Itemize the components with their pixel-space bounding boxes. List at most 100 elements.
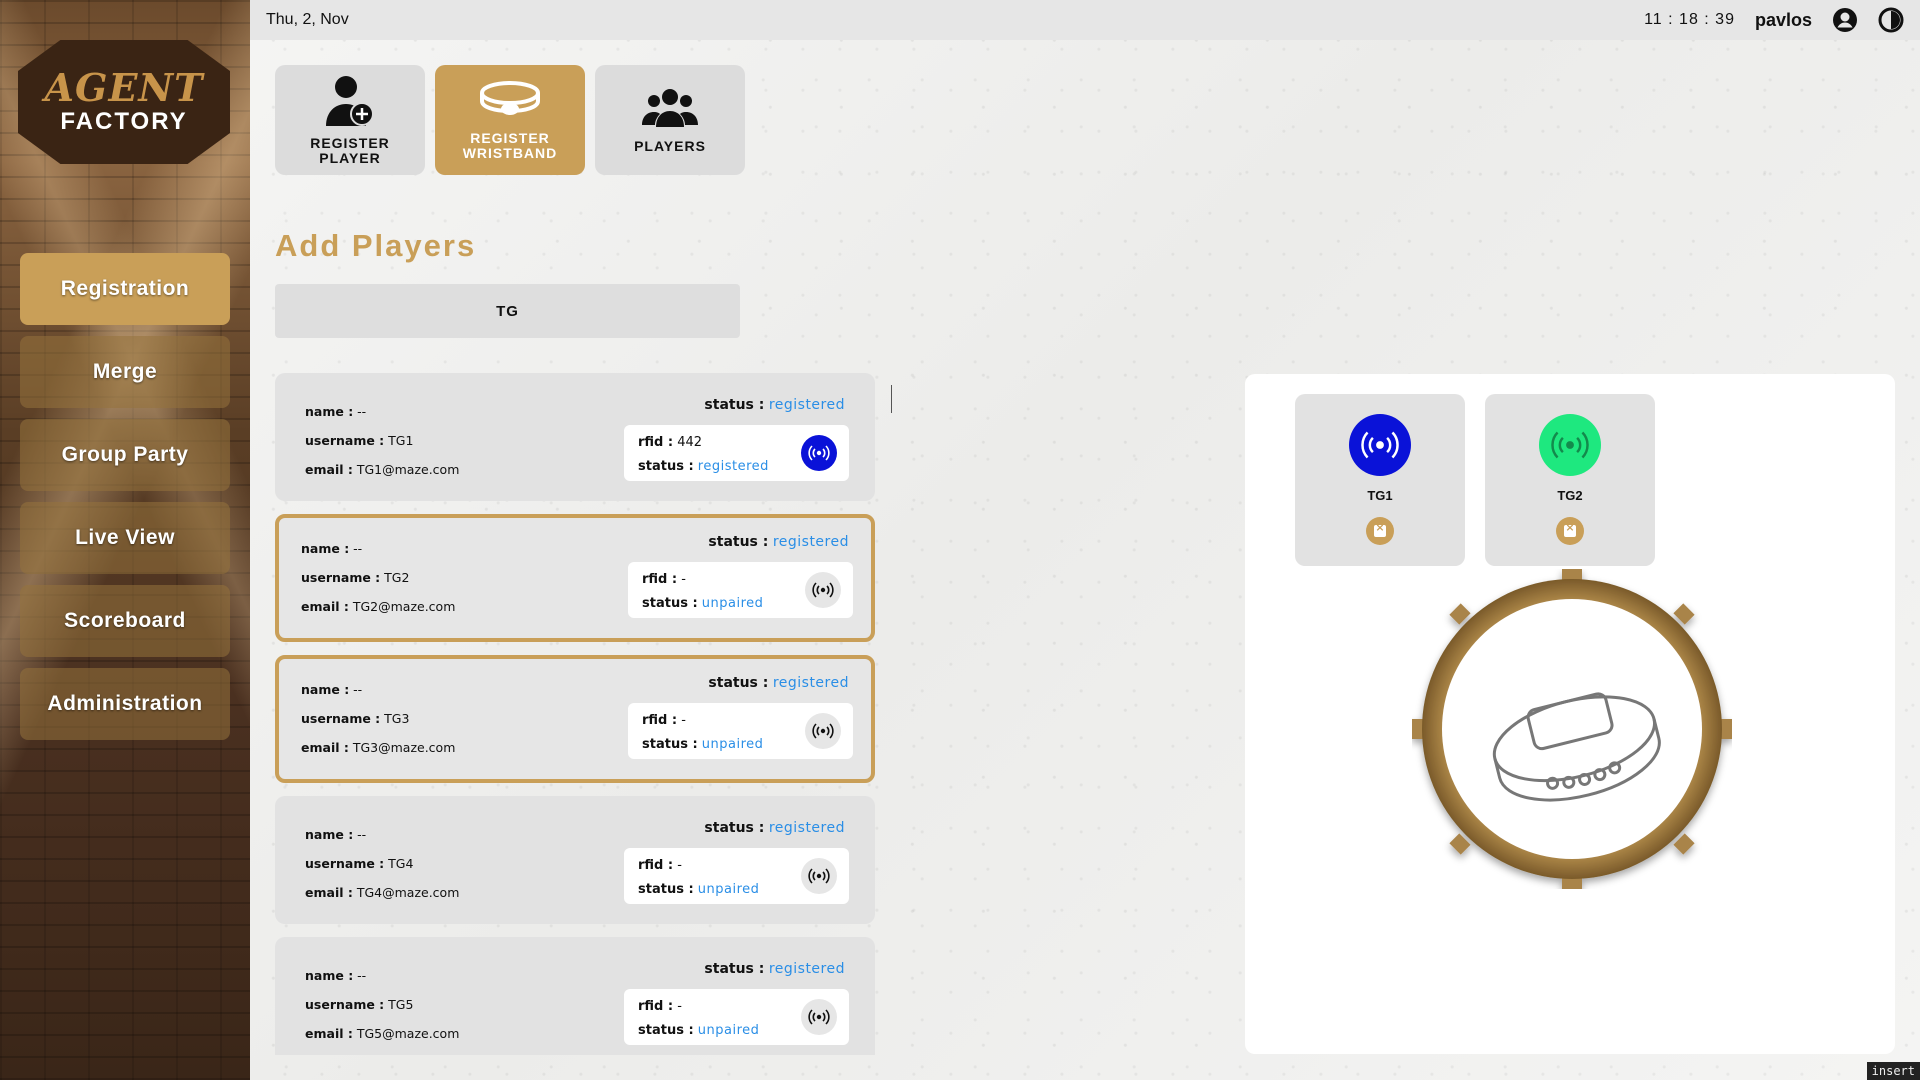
rfid-value: - (677, 999, 682, 1014)
player-status: registered (768, 961, 845, 977)
status-label: status : (704, 397, 765, 413)
status-label: status : (704, 820, 765, 836)
rfid-scan-button[interactable] (805, 713, 841, 749)
player-name: -- (353, 541, 363, 556)
wristband-tiles: TG1 TG2 (1295, 394, 1655, 566)
rfid-value: - (677, 858, 682, 873)
rfid-scan-button[interactable] (801, 999, 837, 1035)
rfid-status: unpaired (701, 596, 764, 611)
player-email: TG2@maze.com (352, 599, 456, 614)
sidebar-item-scoreboard[interactable]: Scoreboard (20, 585, 230, 657)
rfid-scan-button[interactable] (801, 858, 837, 894)
wristband-label: TG2 (1557, 488, 1583, 503)
player-status: registered (772, 675, 849, 691)
username-label: username : (305, 433, 385, 448)
group-selector[interactable]: TG (275, 284, 740, 338)
player-email: TG3@maze.com (352, 740, 456, 755)
players-button[interactable]: PLAYERS (595, 65, 745, 175)
theme-toggle-icon[interactable] (1878, 7, 1904, 33)
wristband-signal-button[interactable] (1539, 414, 1601, 476)
rfid-box: rfid : - status : unpaired (624, 989, 849, 1045)
name-label: name : (301, 682, 350, 697)
remove-icon (1374, 521, 1386, 537)
email-label: email : (305, 885, 353, 900)
username-label: username : (305, 856, 385, 871)
wristband-icon (480, 81, 540, 115)
wristband-tile-tg2[interactable]: TG2 (1485, 394, 1655, 566)
player-card[interactable]: name : -- username : TG5 email : TG5@maz… (275, 937, 875, 1055)
wristband-scanner-graphic (1412, 569, 1732, 889)
username-label: username : (301, 570, 381, 585)
registration-tiles: REGISTER PLAYER REGISTER WRISTBAND PLAYE… (275, 65, 745, 175)
agent-factory-logo[interactable]: AGENT FACTORY (18, 40, 230, 164)
register-player-button[interactable]: REGISTER PLAYER (275, 65, 425, 175)
wristband-label: TG1 (1367, 488, 1393, 503)
player-username: TG3 (384, 711, 410, 726)
remove-icon (1564, 521, 1576, 537)
rfid-status-label: status : (638, 459, 694, 474)
logo-bottom-text: FACTORY (60, 108, 188, 135)
player-name: -- (357, 827, 367, 842)
sidebar-item-administration[interactable]: Administration (20, 668, 230, 740)
player-username: TG1 (388, 433, 414, 448)
rfid-status-label: status : (642, 737, 698, 752)
rfid-box: rfid : - status : unpaired (624, 848, 849, 904)
email-label: email : (301, 599, 349, 614)
player-card[interactable]: name : -- username : TG2 email : TG2@maz… (275, 514, 875, 642)
wristband-signal-button[interactable] (1349, 414, 1411, 476)
rfid-value: - (681, 713, 686, 728)
remove-wristband-button[interactable] (1366, 517, 1394, 545)
player-name: -- (353, 682, 363, 697)
username-label: username : (305, 997, 385, 1012)
player-name: -- (357, 968, 367, 983)
page-title: Add Players (275, 228, 477, 263)
email-label: email : (305, 1026, 353, 1041)
player-status: registered (768, 820, 845, 836)
email-label: email : (305, 462, 353, 477)
rfid-value: 442 (677, 435, 703, 450)
rfid-status: unpaired (697, 882, 760, 897)
rfid-status-label: status : (638, 1023, 694, 1038)
players-label: PLAYERS (634, 137, 706, 154)
player-card[interactable]: name : -- username : TG1 email : TG1@maz… (275, 373, 875, 501)
sidebar-item-merge[interactable]: Merge (20, 336, 230, 408)
wristband-tile-tg1[interactable]: TG1 (1295, 394, 1465, 566)
remove-wristband-button[interactable] (1556, 517, 1584, 545)
player-email: TG5@maze.com (356, 1026, 460, 1041)
players-list: name : -- username : TG1 email : TG1@maz… (275, 373, 875, 1055)
sidebar-item-live-view[interactable]: Live View (20, 502, 230, 574)
register-player-label: REGISTER PLAYER (310, 135, 390, 166)
rfid-signal-icon (1551, 431, 1589, 459)
rfid-box: rfid : 442 status : registered (624, 425, 849, 481)
sidebar-item-registration[interactable]: Registration (20, 253, 230, 325)
name-label: name : (305, 968, 354, 983)
group-icon (642, 88, 698, 127)
rfid-signal-icon (1361, 431, 1399, 459)
rfid-signal-icon (808, 1009, 830, 1025)
top-bar: Thu, 2, Nov 11 : 18 : 39 pavlos (250, 0, 1920, 40)
rfid-scan-button[interactable] (805, 572, 841, 608)
register-wristband-button[interactable]: REGISTER WRISTBAND (435, 65, 585, 175)
player-card[interactable]: name : -- username : TG4 email : TG4@maz… (275, 796, 875, 924)
player-status: registered (768, 397, 845, 413)
rfid-status: registered (697, 459, 769, 474)
current-time: 11 : 18 : 39 (1644, 11, 1735, 28)
rfid-signal-icon (812, 582, 834, 598)
sidebar: AGENT FACTORY Registration Merge Group P… (0, 0, 250, 1080)
rfid-status: unpaired (701, 737, 764, 752)
status-label: status : (704, 961, 765, 977)
rfid-signal-icon (808, 445, 830, 461)
register-wristband-label: REGISTER WRISTBAND (462, 130, 558, 161)
email-label: email : (301, 740, 349, 755)
player-email: TG1@maze.com (356, 462, 460, 477)
rfid-box: rfid : - status : unpaired (628, 703, 853, 759)
player-card[interactable]: name : -- username : TG3 email : TG3@maz… (275, 655, 875, 783)
account-icon[interactable] (1832, 7, 1858, 33)
text-cursor (891, 385, 892, 413)
name-label: name : (301, 541, 350, 556)
username-label: username : (301, 711, 381, 726)
sidebar-item-group-party[interactable]: Group Party (20, 419, 230, 491)
name-label: name : (305, 404, 354, 419)
rfid-scan-button[interactable] (801, 435, 837, 471)
player-username: TG4 (388, 856, 414, 871)
